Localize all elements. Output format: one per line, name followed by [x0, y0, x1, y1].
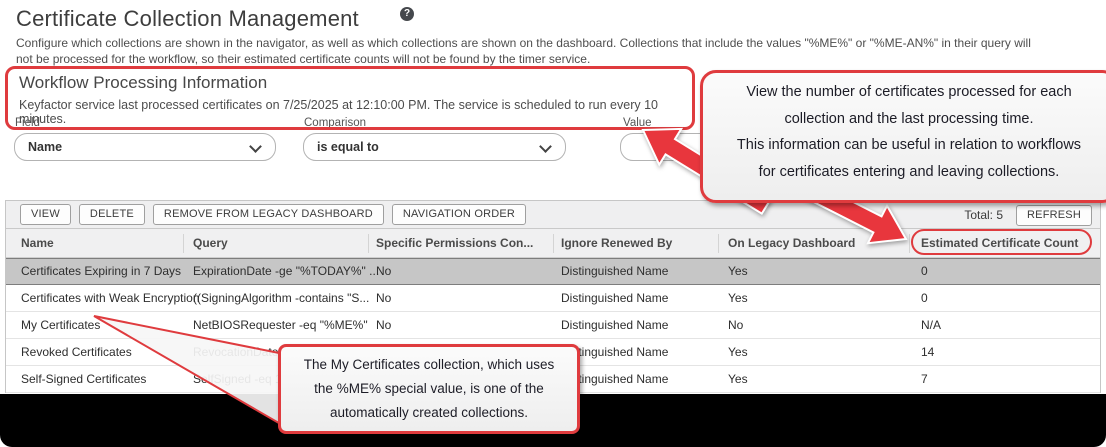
table-row[interactable]: Certificates with Weak Encryption ((Sign… — [6, 285, 1100, 312]
column-divider — [183, 234, 184, 253]
cell-specific-permissions: No — [376, 285, 391, 312]
column-header-specific-permissions[interactable]: Specific Permissions Con... — [376, 229, 533, 258]
chevron-down-icon — [539, 140, 552, 153]
comparison-select[interactable]: is equal to — [303, 133, 566, 161]
cell-on-legacy-dashboard: Yes — [728, 285, 748, 312]
column-header-ignore-renewed-by[interactable]: Ignore Renewed By — [561, 229, 672, 258]
cell-on-legacy-dashboard: Yes — [728, 339, 748, 366]
cell-name: My Certificates — [21, 312, 100, 339]
certificate-collection-management-page: Certificate Collection Management ? Conf… — [0, 0, 1106, 447]
workflow-info-heading: Workflow Processing Information — [19, 73, 267, 93]
chevron-down-icon — [249, 140, 262, 153]
cell-query: RevocationDate — [193, 339, 278, 366]
workflow-info-status: Keyfactor service last processed certifi… — [19, 98, 679, 126]
cell-ignore-renewed-by: Distinguished Name — [561, 285, 668, 312]
cell-specific-permissions: No — [376, 312, 391, 339]
cell-query: NetBIOSRequester -eq "%ME%" — [193, 312, 368, 339]
table-row[interactable]: My Certificates NetBIOSRequester -eq "%M… — [6, 312, 1100, 339]
remove-from-legacy-dashboard-button[interactable]: REMOVE FROM LEGACY DASHBOARD — [153, 204, 384, 225]
table-row[interactable]: Certificates Expiring in 7 Days Expirati… — [6, 258, 1100, 285]
column-divider — [553, 234, 554, 253]
cell-query: ((SigningAlgorithm -contains "S... — [193, 285, 369, 312]
cell-estimated-count: N/A — [921, 312, 941, 339]
cell-name: Self-Signed Certificates — [21, 366, 146, 393]
cell-query: ExpirationDate -ge "%TODAY%" ... — [193, 258, 379, 285]
callout-processing-info: View the number of certificates processe… — [700, 70, 1106, 203]
cell-ignore-renewed-by: Distinguished Name — [561, 258, 668, 285]
callout-my-certificates: The My Certificates collection, which us… — [278, 344, 580, 434]
field-select-value: Name — [28, 140, 62, 154]
delete-button[interactable]: DELETE — [79, 204, 145, 225]
help-icon[interactable]: ? — [400, 7, 414, 21]
cell-query: SelfSigned -eq 1 — [193, 366, 282, 393]
cell-on-legacy-dashboard: Yes — [728, 258, 748, 285]
workflow-info-annotation-box: Workflow Processing Information Keyfacto… — [5, 66, 695, 130]
navigation-order-button[interactable]: NAVIGATION ORDER — [392, 204, 526, 225]
column-header-on-legacy-dashboard[interactable]: On Legacy Dashboard — [728, 229, 855, 258]
cell-ignore-renewed-by: Distinguished Name — [561, 312, 668, 339]
cell-name: Certificates Expiring in 7 Days — [21, 258, 181, 285]
cell-estimated-count: 7 — [921, 366, 928, 393]
page-title: Certificate Collection Management — [16, 6, 359, 32]
cell-estimated-count: 0 — [921, 258, 928, 285]
page-description: Configure which collections are shown in… — [16, 36, 1032, 67]
cell-specific-permissions: No — [376, 258, 391, 285]
column-header-query[interactable]: Query — [193, 229, 228, 258]
column-header-name[interactable]: Name — [21, 229, 54, 258]
comparison-select-value: is equal to — [317, 140, 379, 154]
estimated-count-highlight-circle — [911, 229, 1092, 255]
cell-on-legacy-dashboard: Yes — [728, 366, 748, 393]
view-button[interactable]: VIEW — [20, 204, 71, 225]
cell-estimated-count: 14 — [921, 339, 934, 366]
cell-estimated-count: 0 — [921, 285, 928, 312]
column-divider — [909, 234, 910, 253]
column-divider — [718, 234, 719, 253]
column-divider — [368, 234, 369, 253]
cell-name: Revoked Certificates — [21, 339, 132, 366]
total-count-label: Total: 5 — [964, 208, 1003, 222]
cell-name: Certificates with Weak Encryption — [21, 285, 200, 312]
table-toolbar: VIEW DELETE REMOVE FROM LEGACY DASHBOARD… — [6, 201, 1100, 229]
field-select[interactable]: Name — [14, 133, 276, 161]
refresh-button[interactable]: REFRESH — [1016, 205, 1092, 226]
cell-on-legacy-dashboard: No — [728, 312, 743, 339]
